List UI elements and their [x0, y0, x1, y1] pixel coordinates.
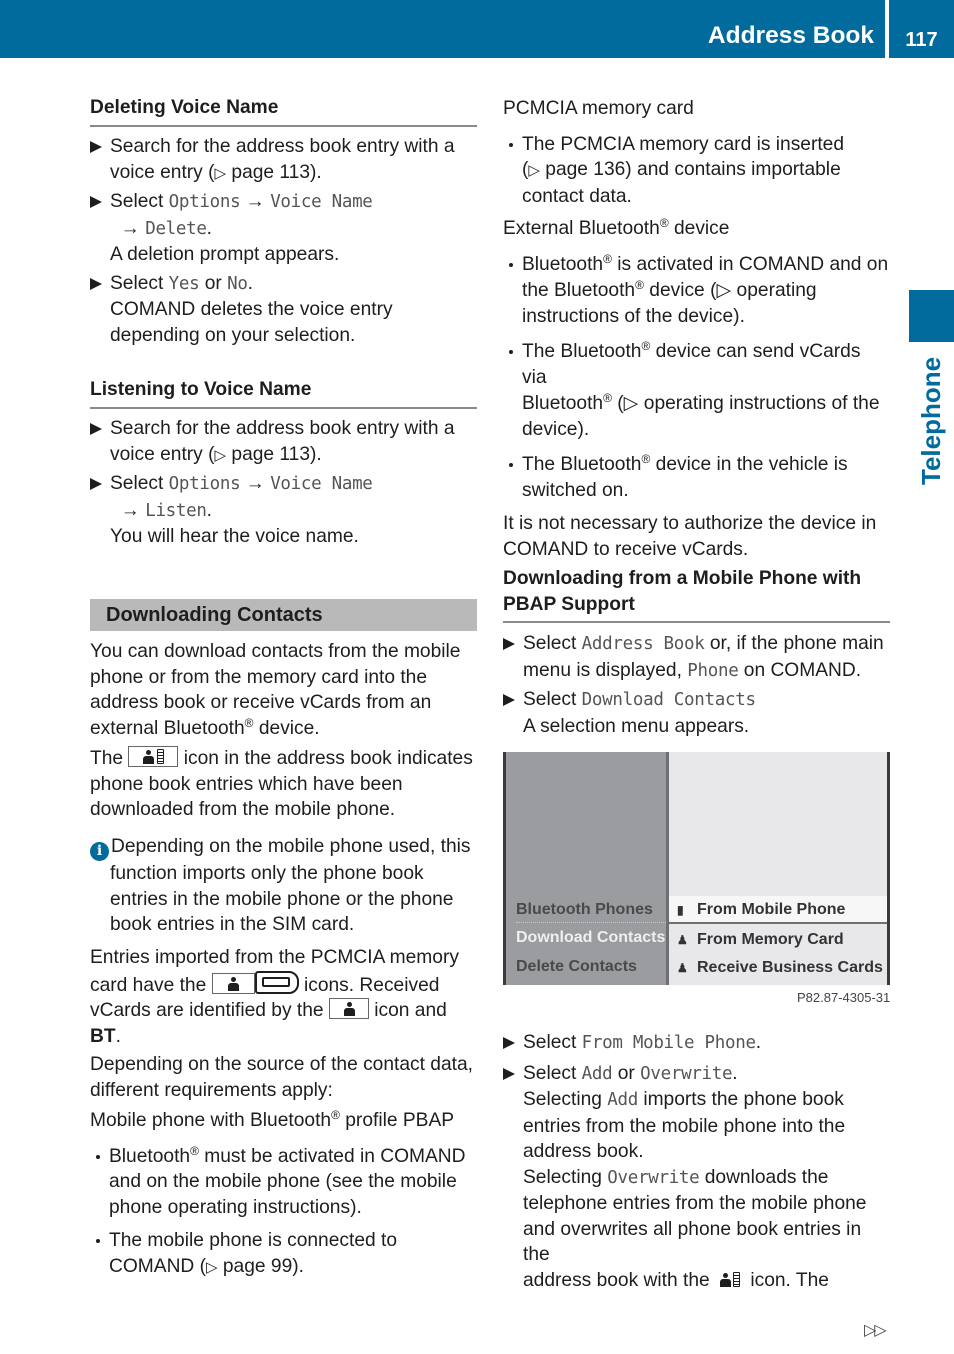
bluetooth-requirements: External Bluetooth® device Bluetooth® is…	[503, 216, 890, 560]
step: Select From Mobile Phone.	[503, 1030, 890, 1057]
page-ref-icon: ▷	[214, 164, 227, 182]
step-arrow-icon	[90, 277, 102, 290]
step: Search for the address book entry with a…	[90, 134, 477, 186]
contact-person-icon	[328, 998, 369, 1019]
pcmcia-requirements: PCMCIA memory card The PCMCIA memory car…	[503, 96, 890, 209]
memory-card-icon	[254, 970, 299, 994]
step: Select Yes or No. COMAND deletes the voi…	[90, 271, 477, 349]
heading-downloading-contacts: Downloading Contacts	[90, 599, 477, 631]
downloaded-contact-icon	[715, 1269, 745, 1289]
ui-term-overwrite: Overwrite	[640, 1063, 733, 1084]
requirement-item: The PCMCIA memory card is inserted (▷ pa…	[503, 132, 890, 210]
step-arrow-icon	[90, 478, 102, 490]
deleting-steps: Search for the address book entry with a…	[90, 134, 477, 348]
step-arrow-icon	[503, 638, 515, 650]
ui-term-address-book: Address Book	[581, 634, 705, 654]
ui-term-from-mobile-phone: From Mobile Phone	[581, 1033, 756, 1053]
step: Select Options → Voice Name → Delete. A …	[90, 189, 477, 268]
step-arrow-icon	[503, 694, 515, 706]
downloaded-contact-icon	[128, 746, 179, 767]
pbap-steps: Select Address Book or, if the phone mai…	[503, 631, 890, 739]
source-paragraph: Depending on the source of the contact d…	[90, 1054, 473, 1101]
heading-pbap-download: Downloading from a Mobile Phone with PBA…	[503, 566, 890, 623]
ui-term-voice-name: Voice Name	[270, 192, 373, 212]
ui-term-phone: Phone	[687, 660, 739, 681]
page-ref-icon: ▷	[214, 446, 227, 464]
step: Search for the address book entry with a…	[90, 416, 477, 468]
step-arrow-icon	[503, 1067, 515, 1080]
heading-deleting-voice-name: Deleting Voice Name	[90, 95, 477, 127]
ui-term-no: No	[227, 273, 248, 294]
step-arrow-icon	[90, 423, 102, 435]
ui-term-options: Options	[168, 474, 241, 494]
requirement-item: Bluetooth® is activated in COMAND and on…	[503, 252, 890, 330]
requirement-item: The Bluetooth® device can send vCards vi…	[503, 339, 890, 442]
screen-right-edge	[887, 752, 890, 985]
ui-term-voice-name: Voice Name	[270, 474, 373, 494]
header-bar: Address Book 117	[0, 0, 954, 58]
continue-marker: ▷▷	[864, 1322, 887, 1339]
side-tab-label: Telephone	[916, 356, 946, 485]
ui-term-download-contacts: Download Contacts	[581, 690, 756, 710]
step: Select Address Book or, if the phone mai…	[503, 631, 890, 684]
screen-main-menu: Bluetooth Phones Download Contacts Delet…	[503, 752, 666, 985]
contact-person-icon	[211, 972, 255, 994]
mobile-phone-icon: ▮	[677, 903, 684, 917]
bluetooth-contact-icon: ♟	[677, 961, 688, 975]
pcmcia-icon-paragraph: Entries imported from the PCMCIA memory …	[90, 947, 459, 1047]
requirement-item: The Bluetooth® device in the vehicle is …	[503, 452, 890, 503]
page-number: 117	[905, 29, 938, 51]
listening-steps: Search for the address book entry with a…	[90, 416, 477, 550]
requirement-item: The mobile phone is connected to COMAND …	[90, 1228, 477, 1280]
screen-submenu-item-from-memory-card[interactable]: ♟ From Memory Card	[669, 926, 887, 954]
comand-screen-figure: Bluetooth Phones Download Contacts Delet…	[503, 752, 890, 985]
ui-term-delete: Delete	[145, 218, 207, 239]
screen-submenu: ▮ From Mobile Phone ♟ From Memory Card ♟ Re…	[669, 752, 887, 985]
final-steps: Select From Mobile Phone. Select Add or …	[503, 1030, 890, 1293]
memory-card-contact-icon: ♟	[677, 933, 688, 947]
ui-term-yes: Yes	[168, 273, 200, 294]
ui-term-add: Add	[581, 1063, 613, 1084]
downloading-intro: You can download contacts from the mobil…	[90, 641, 461, 739]
heading-listening-voice-name: Listening to Voice Name	[90, 377, 477, 409]
step-arrow-icon	[503, 1037, 515, 1049]
ui-term-listen: Listen	[145, 500, 207, 521]
screen-submenu-item-receive-business-cards[interactable]: ♟ Receive Business Cards	[669, 954, 887, 982]
section-title: Address Book	[707, 22, 874, 49]
side-tab-marker	[909, 290, 954, 342]
screen-submenu-item-from-mobile-phone[interactable]: ▮ From Mobile Phone	[669, 896, 887, 924]
figure-code: P82.87-4305-31	[797, 990, 891, 1005]
screen-menu-item-bluetooth-phones[interactable]: Bluetooth Phones	[516, 899, 653, 921]
screen-menu-item-delete-contacts[interactable]: Delete Contacts	[516, 956, 637, 978]
step: Select Add or Overwrite. Selecting Add i…	[503, 1061, 890, 1294]
step: Select Download Contacts A selection men…	[503, 687, 890, 739]
menu-dotted-divider	[516, 922, 666, 923]
step-arrow-icon	[90, 141, 102, 153]
ui-term-options: Options	[168, 192, 241, 212]
requirement-item: Bluetooth® must be activated in COMAND a…	[90, 1144, 477, 1221]
pbap-requirements: Mobile phone with Bluetooth® profile PBA…	[90, 1108, 477, 1280]
screen-menu-item-download-contacts[interactable]: Download Contacts	[516, 927, 665, 949]
step-arrow-icon	[90, 196, 102, 208]
downloaded-icon-paragraph: The icon in the address book indicates p…	[90, 746, 473, 820]
info-note: i Depending on the mobile phone used, thi…	[90, 834, 477, 938]
step: Select Options → Voice Name → Listen. Yo…	[90, 471, 477, 550]
info-icon: i	[90, 842, 109, 861]
